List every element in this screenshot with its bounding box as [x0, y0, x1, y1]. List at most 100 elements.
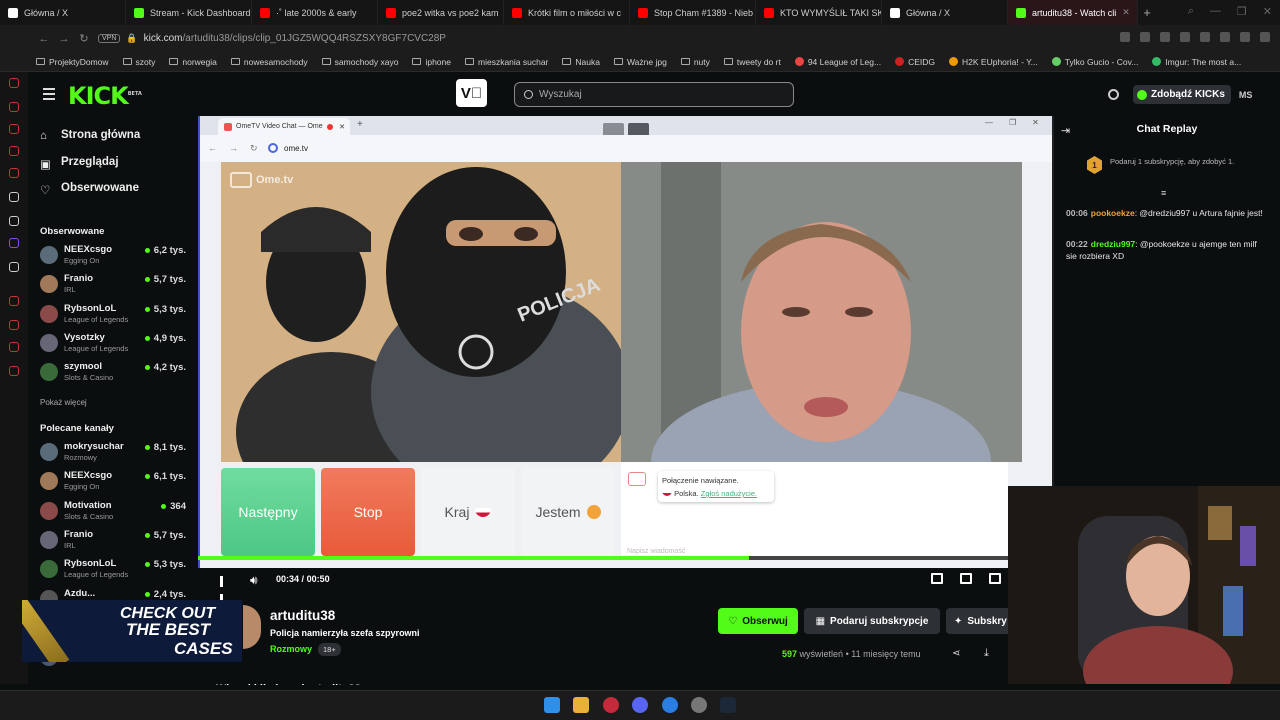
- nav-home[interactable]: ⌂ Strona główna: [40, 129, 140, 142]
- nav-browse[interactable]: ▣ Przeglądaj: [40, 156, 119, 171]
- channel-row[interactable]: NEEXcsgo Egging On 6,1 tys.: [40, 470, 188, 498]
- share-icon[interactable]: ⋖: [952, 648, 960, 659]
- category-link[interactable]: Rozmowy: [270, 644, 312, 654]
- heart-icon[interactable]: [1200, 32, 1210, 42]
- pause-icon[interactable]: [220, 574, 231, 605]
- fullscreen-icon[interactable]: [989, 573, 1001, 584]
- vpn-badge[interactable]: VPN: [98, 34, 121, 43]
- app-icon[interactable]: [9, 146, 19, 156]
- gift-subs-button[interactable]: ▦ Podaruj subskrypcje: [804, 608, 940, 634]
- browser-tab[interactable]: ·˚ late 2000s & early: [252, 0, 378, 25]
- bookmark-item[interactable]: norwegia: [169, 57, 217, 67]
- url-field[interactable]: kick.com/artuditu38/clips/clip_01JGZ5WQQ…: [144, 33, 446, 44]
- new-tab-button[interactable]: +: [1138, 5, 1156, 20]
- bookmark-item[interactable]: Nauka: [562, 57, 600, 67]
- volume-icon[interactable]: 🔊︎: [250, 573, 258, 588]
- forward-icon[interactable]: →: [54, 33, 74, 45]
- bookmark-icon[interactable]: [1120, 32, 1130, 42]
- filter-icon[interactable]: ≡: [1161, 188, 1166, 198]
- bookmark-item[interactable]: Tylko Gucio - Cov...: [1051, 57, 1138, 67]
- puzzle-icon[interactable]: [1220, 32, 1230, 42]
- app-icon[interactable]: [9, 124, 19, 134]
- miniplayer-icon[interactable]: [931, 573, 943, 584]
- browser-tab[interactable]: Główna / X: [0, 0, 126, 25]
- get-kicks-button[interactable]: Zdobądź KICKs: [1133, 85, 1231, 104]
- browser-tab[interactable]: Stop Cham #1389 - Nieb: [630, 0, 756, 25]
- app-icon[interactable]: [9, 102, 19, 112]
- app-icon[interactable]: [9, 296, 19, 306]
- channel-row[interactable]: Motivation Slots & Casino 364: [40, 500, 188, 528]
- browser-tab[interactable]: poe2 witka vs poe2 kam: [378, 0, 504, 25]
- browser-tab[interactable]: Krótki film o miłości w c: [504, 0, 630, 25]
- browser-tab-active[interactable]: artuditu38 - Watch cli ✕: [1008, 0, 1138, 25]
- kick-logo[interactable]: KICKBETA: [68, 82, 142, 110]
- app-icon[interactable]: [9, 342, 19, 352]
- x-icon[interactable]: [9, 262, 19, 272]
- menu-icon[interactable]: [1260, 32, 1270, 42]
- obs-icon[interactable]: [691, 697, 707, 713]
- play-icon[interactable]: [1180, 32, 1190, 42]
- browser-tab[interactable]: KTO WYMYŚLIŁ TAKI SK: [756, 0, 882, 25]
- screenshot-icon[interactable]: [1140, 32, 1150, 42]
- search-tabs-icon[interactable]: ⌕: [1188, 5, 1194, 18]
- extension-v-icon[interactable]: V⃝: [456, 79, 487, 107]
- follow-button[interactable]: ♡ Obserwuj: [718, 608, 798, 634]
- bookmark-item[interactable]: CEIDG: [895, 57, 935, 67]
- channel-row[interactable]: Vysotzky League of Legends 4,9 tys.: [40, 332, 188, 360]
- channel-row[interactable]: RybsonLoL League of Legends 5,3 tys.: [40, 558, 188, 586]
- bookmark-item[interactable]: nowesamochody: [230, 57, 308, 67]
- bookmark-item[interactable]: Imgur: The most a...: [1152, 57, 1241, 67]
- opera-icon[interactable]: [603, 697, 619, 713]
- close-tab-icon[interactable]: ✕: [1122, 7, 1130, 18]
- start-menu-icon[interactable]: [544, 697, 560, 713]
- download-icon[interactable]: ⤓: [984, 647, 989, 660]
- bookmark-item[interactable]: nuty: [680, 57, 710, 67]
- settings-icon[interactable]: [9, 366, 19, 376]
- search-input[interactable]: [539, 89, 769, 100]
- channel-row[interactable]: mokrysuchar Rozmowy 8,1 tys.: [40, 441, 188, 469]
- browser-tab[interactable]: Stream - Kick Dashboard: [126, 0, 252, 25]
- bookmark-item[interactable]: ProjektyDomow: [36, 57, 109, 67]
- bookmark-item[interactable]: mieszkania suchar: [465, 57, 548, 67]
- app-icon[interactable]: [9, 168, 19, 178]
- back-icon[interactable]: ←: [34, 33, 54, 45]
- channel-row[interactable]: szymool Slots & Casino 4,2 tys.: [40, 361, 188, 389]
- app-icon[interactable]: [9, 78, 19, 88]
- nav-following[interactable]: ♡ Obserwowane: [40, 182, 139, 197]
- bookmark-item[interactable]: H2K EUphoria! - Y...: [949, 57, 1038, 67]
- bookmark-item[interactable]: szoty: [122, 57, 155, 67]
- hamburger-menu-icon[interactable]: [43, 88, 55, 103]
- channel-row[interactable]: NEEXcsgo Egging On 6,2 tys.: [40, 244, 188, 272]
- bookmark-item[interactable]: tweety do rt: [723, 57, 781, 67]
- download-icon[interactable]: [1240, 32, 1250, 42]
- channel-row[interactable]: RybsonLoL League of Legends 5,3 tys.: [40, 303, 188, 331]
- chat-username[interactable]: pookoekze: [1091, 208, 1135, 218]
- app-icon[interactable]: [9, 192, 19, 202]
- channel-avatar[interactable]: [243, 605, 261, 649]
- user-avatar[interactable]: MS: [1239, 90, 1253, 100]
- minimize-icon[interactable]: —: [1210, 5, 1221, 18]
- messenger-icon[interactable]: [662, 697, 678, 713]
- refresh-icon[interactable]: [1108, 89, 1119, 100]
- site-info-icon[interactable]: 🔒: [126, 33, 137, 44]
- close-window-icon[interactable]: ✕: [1263, 5, 1272, 18]
- file-explorer-icon[interactable]: [573, 697, 589, 713]
- bookmark-item[interactable]: 94 League of Leg...: [794, 57, 881, 67]
- bookmark-item[interactable]: Ważne jpg: [613, 57, 667, 67]
- app-icon[interactable]: [9, 320, 19, 330]
- show-more-link[interactable]: Pokaż więcej: [40, 398, 87, 407]
- subscribe-button[interactable]: ✦ Subskry: [946, 608, 1008, 634]
- channel-name[interactable]: artuditu38: [270, 608, 335, 623]
- discord-icon[interactable]: [632, 697, 648, 713]
- app-icon[interactable]: [9, 216, 19, 226]
- extension-icon[interactable]: [1160, 32, 1170, 42]
- channel-row[interactable]: Franio IRL 5,7 tys.: [40, 273, 188, 301]
- search-box[interactable]: [514, 82, 794, 107]
- chat-username[interactable]: dredziu997: [1091, 239, 1135, 249]
- twitch-icon[interactable]: [9, 238, 19, 248]
- theater-mode-icon[interactable]: [960, 573, 972, 584]
- bookmark-item[interactable]: samochody xayo: [321, 57, 398, 67]
- bookmark-item[interactable]: iphone: [412, 57, 451, 67]
- maximize-icon[interactable]: ❐: [1237, 5, 1247, 18]
- steam-icon[interactable]: [720, 697, 736, 713]
